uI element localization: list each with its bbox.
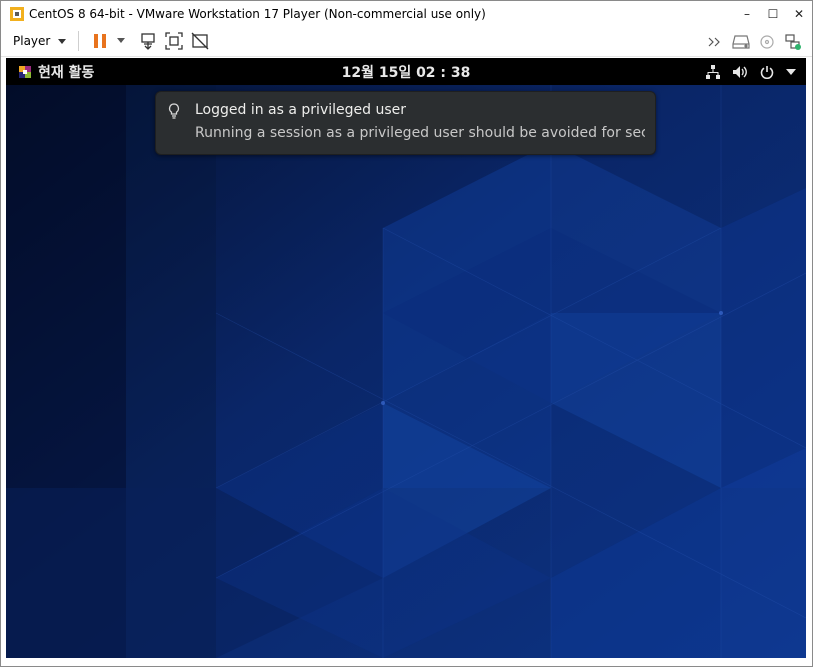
player-menu-label: Player <box>13 34 51 48</box>
clock[interactable]: 12월 15일 02 : 38 <box>6 58 806 85</box>
toolbar-divider <box>78 31 80 51</box>
minimize-button[interactable]: – <box>734 1 760 26</box>
vmware-app-icon <box>9 6 25 22</box>
close-button[interactable]: ✕ <box>786 1 812 26</box>
notification-banner[interactable]: Logged in as a privileged user Running a… <box>155 91 656 155</box>
dropdown-icon[interactable] <box>113 28 129 54</box>
hard-disk-icon[interactable] <box>728 29 754 55</box>
cd-dvd-icon[interactable] <box>754 29 780 55</box>
network-wired-icon <box>706 64 720 79</box>
chevron-down-icon <box>58 38 67 44</box>
window-title: CentOS 8 64-bit - VMware Workstation 17 … <box>29 6 486 21</box>
lightbulb-icon <box>168 103 180 119</box>
gnome-top-bar: 현재 활동 12월 15일 02 : 38 <box>6 58 806 85</box>
player-menu-button[interactable]: Player <box>13 34 67 48</box>
notification-title: Logged in as a privileged user <box>195 102 406 118</box>
unity-icon[interactable] <box>187 28 213 54</box>
device-icons <box>702 26 806 57</box>
vmware-player-window: CentOS 8 64-bit - VMware Workstation 17 … <box>0 0 813 667</box>
window-controls: – ☐ ✕ <box>734 1 812 26</box>
maximize-button[interactable]: ☐ <box>760 1 786 26</box>
network-adapter-icon[interactable] <box>780 29 806 55</box>
forward-icon[interactable] <box>702 29 728 55</box>
guest-display[interactable]: 현재 활동 12월 15일 02 : 38 Logged in as a pri… <box>6 58 806 658</box>
power-icon <box>760 65 774 79</box>
fit-guest-icon[interactable] <box>161 28 187 54</box>
title-bar[interactable]: CentOS 8 64-bit - VMware Workstation 17 … <box>1 1 812 26</box>
toolbar: Player <box>1 26 812 57</box>
pause-icon[interactable] <box>87 28 113 54</box>
notification-body: Running a session as a privileged user s… <box>195 125 645 141</box>
menu-arrow-icon <box>786 68 796 75</box>
system-status-area[interactable] <box>706 58 796 85</box>
send-ctrl-alt-del-icon[interactable] <box>135 28 161 54</box>
volume-icon <box>733 65 747 78</box>
